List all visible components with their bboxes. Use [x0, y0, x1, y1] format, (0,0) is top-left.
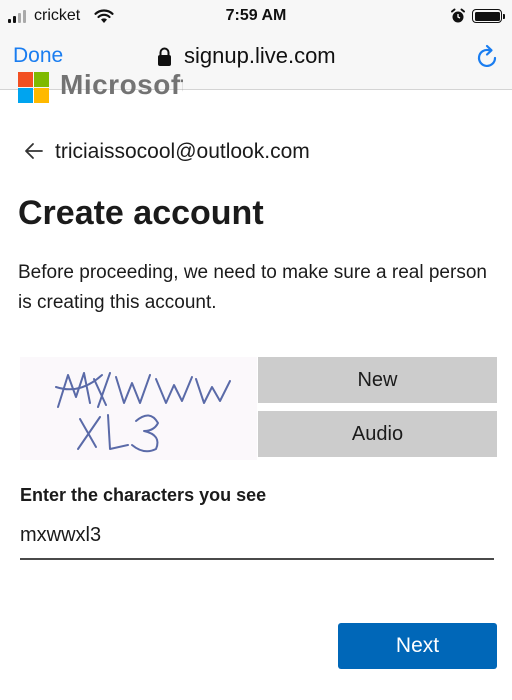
microsoft-squares-icon — [18, 72, 49, 103]
captcha-image — [20, 357, 257, 460]
page-description: Before proceeding, we need to make sure … — [18, 262, 487, 313]
reload-icon[interactable] — [476, 44, 500, 70]
captcha-input-label: Enter the characters you see — [20, 485, 267, 505]
audio-captcha-button[interactable]: Audio — [258, 411, 497, 457]
status-bar: cricket 7:59 AM — [0, 0, 512, 32]
done-button[interactable]: Done — [13, 44, 63, 68]
url-address[interactable]: signup.live.com — [184, 43, 336, 69]
clock: 7:59 AM — [225, 7, 287, 24]
next-button[interactable]: Next — [338, 623, 497, 669]
battery-icon — [472, 9, 505, 23]
identity-email: triciaissocool@outlook.com — [55, 140, 310, 163]
captcha-input[interactable] — [20, 518, 494, 560]
new-captcha-button[interactable]: New — [258, 357, 497, 403]
captcha-characters-icon — [55, 372, 231, 453]
back-arrow-icon[interactable] — [24, 142, 44, 160]
page-title: Create account — [18, 194, 264, 232]
alarm-icon — [451, 8, 465, 23]
logo-text: Microsoft — [60, 72, 183, 100]
microsoft-logo: Microsoft — [18, 72, 183, 108]
lock-icon — [158, 47, 171, 66]
